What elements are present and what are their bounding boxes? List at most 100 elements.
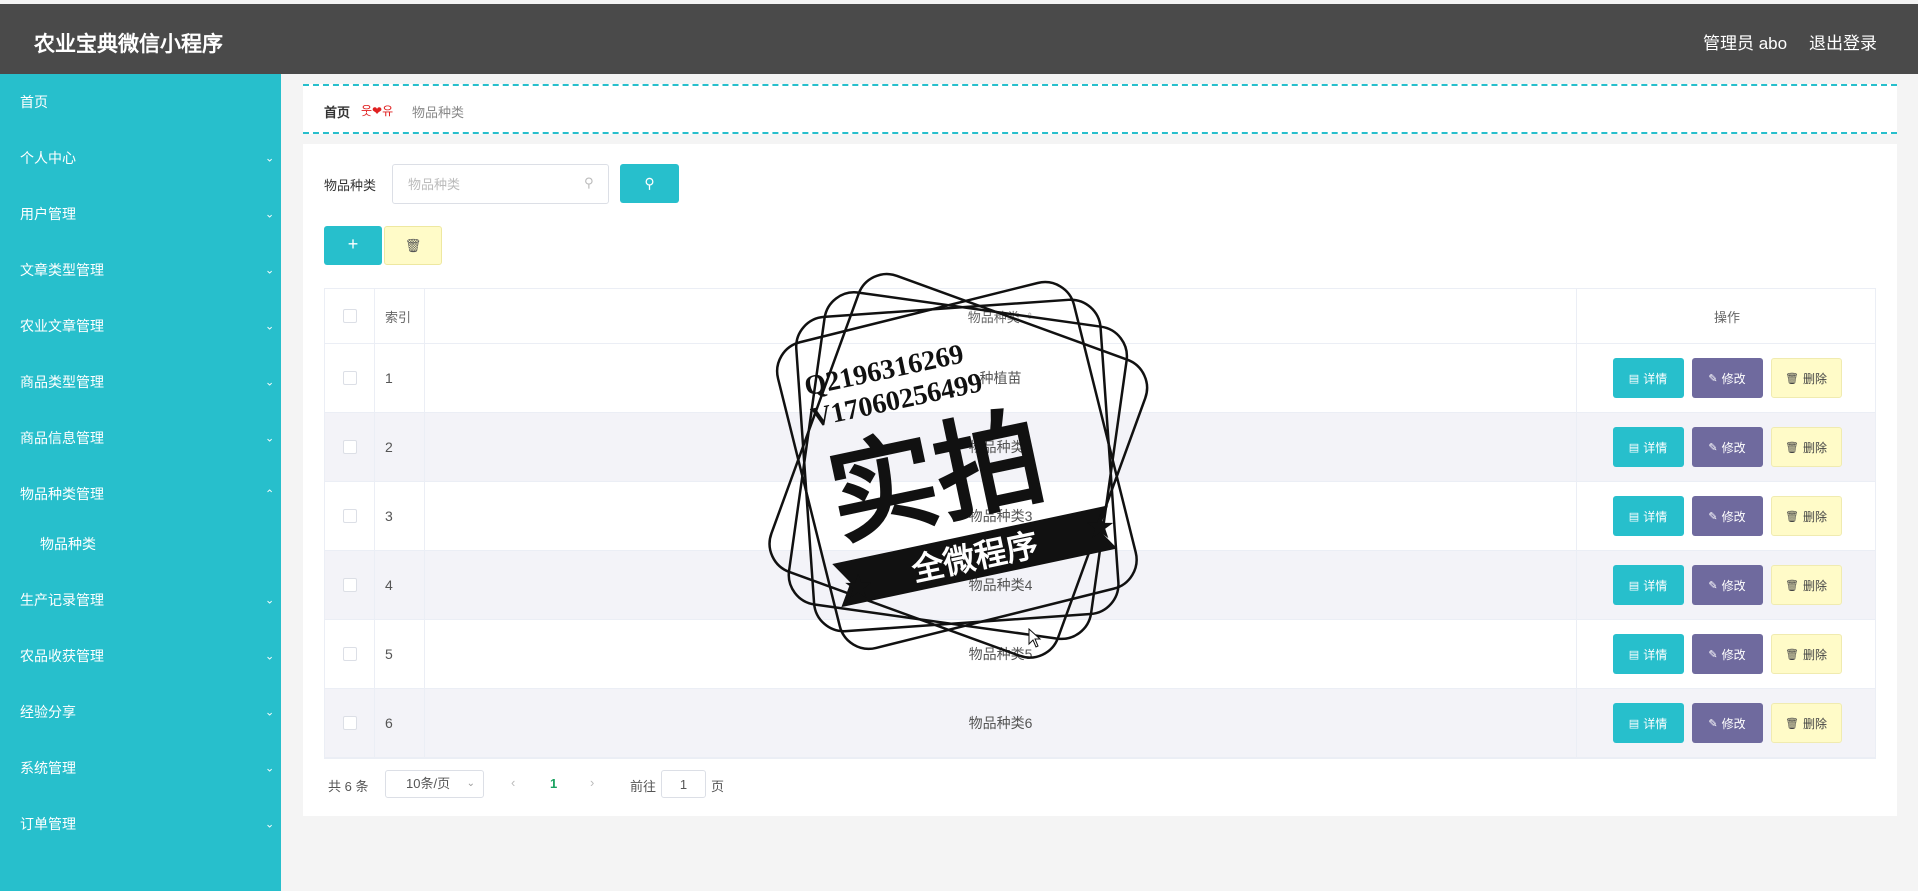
- sidebar-item-system[interactable]: 系统管理 ⌄: [0, 740, 281, 796]
- delete-label: 删除: [1802, 647, 1827, 662]
- edit-button[interactable]: ✎ 修改: [1691, 496, 1763, 536]
- detail-button[interactable]: ▤ 详情: [1612, 703, 1684, 743]
- row-checkbox[interactable]: [342, 440, 357, 454]
- chevron-down-icon: ⌄: [265, 706, 275, 719]
- detail-button[interactable]: ▤ 详情: [1612, 427, 1684, 467]
- pencil-icon: ✎: [1708, 579, 1718, 592]
- delete-button[interactable]: 🗑 删除: [1770, 496, 1842, 536]
- detail-label: 详情: [1643, 440, 1668, 455]
- select-all-checkbox[interactable]: [342, 309, 357, 323]
- delete-label: 删除: [1802, 371, 1827, 386]
- chevron-down-icon: ⌄: [265, 264, 275, 277]
- detail-button[interactable]: ▤ 详情: [1612, 496, 1684, 536]
- search-icon: ⚲: [644, 175, 655, 191]
- edit-button[interactable]: ✎ 修改: [1691, 703, 1763, 743]
- detail-button[interactable]: ▤ 详情: [1612, 565, 1684, 605]
- next-page-icon[interactable]: ›: [590, 775, 594, 790]
- search-label: 物品种类: [324, 178, 377, 193]
- sidebar-item-label: 生产记录管理: [20, 592, 104, 608]
- sidebar-item-users[interactable]: 用户管理 ⌄: [0, 186, 281, 242]
- delete-label: 删除: [1802, 440, 1827, 455]
- mouse-cursor-icon: [1028, 628, 1042, 648]
- goto-label: 前往: [630, 779, 657, 794]
- sidebar-item-label: 物品种类管理: [20, 486, 104, 502]
- delete-button[interactable]: 🗑 删除: [1770, 427, 1842, 467]
- edit-button[interactable]: ✎ 修改: [1691, 427, 1763, 467]
- row-index: 5: [375, 620, 425, 688]
- detail-label: 详情: [1643, 647, 1668, 662]
- sidebar-item-products[interactable]: 商品信息管理 ⌄: [0, 410, 281, 466]
- column-header-type[interactable]: 物品种类 ⇕: [425, 289, 1577, 343]
- row-checkbox[interactable]: [342, 371, 357, 385]
- sidebar-item-production-records[interactable]: 生产记录管理 ⌄: [0, 572, 281, 628]
- document-icon: ▤: [1628, 579, 1640, 592]
- breadcrumb-separator: 웃❤유: [361, 104, 394, 118]
- chevron-down-icon: ⌄: [265, 594, 275, 607]
- pencil-icon: ✎: [1708, 648, 1718, 661]
- chevron-down-icon: ⌄: [265, 208, 275, 221]
- sidebar-item-experience[interactable]: 经验分享 ⌄: [0, 684, 281, 740]
- edit-label: 修改: [1721, 509, 1746, 524]
- edit-button[interactable]: ✎ 修改: [1691, 634, 1763, 674]
- edit-label: 修改: [1721, 647, 1746, 662]
- chevron-down-icon: ⌄: [466, 778, 475, 789]
- sidebar-item-label: 商品信息管理: [20, 430, 104, 446]
- page-size-value: 10条/页: [406, 776, 451, 791]
- sidebar-item-orders[interactable]: 订单管理 ⌄: [0, 796, 281, 852]
- sidebar-item-articles[interactable]: 农业文章管理 ⌄: [0, 298, 281, 354]
- sidebar-item-product-types[interactable]: 商品类型管理 ⌄: [0, 354, 281, 410]
- sort-icon[interactable]: ⇕: [1026, 311, 1034, 322]
- chevron-down-icon: ⌄: [265, 818, 275, 831]
- sidebar-item-harvests[interactable]: 农品收获管理 ⌄: [0, 628, 281, 684]
- row-checkbox[interactable]: [342, 509, 357, 523]
- logout-link[interactable]: 退出登录: [1809, 29, 1877, 54]
- pencil-icon: ✎: [1708, 717, 1718, 730]
- add-button[interactable]: +: [324, 226, 382, 265]
- breadcrumb-home[interactable]: 首页: [324, 102, 350, 121]
- sidebar-subitem-item-category[interactable]: 物品种类: [0, 518, 281, 570]
- current-page-number[interactable]: 1: [550, 776, 557, 791]
- row-index: 4: [375, 551, 425, 619]
- row-checkbox[interactable]: [342, 647, 357, 661]
- document-icon: ▤: [1628, 441, 1640, 454]
- sidebar-item-item-categories[interactable]: 物品种类管理 ⌃: [0, 466, 281, 522]
- chevron-up-icon: ⌃: [265, 488, 275, 501]
- sidebar-item-label: 订单管理: [20, 816, 76, 832]
- delete-button[interactable]: 🗑 删除: [1770, 565, 1842, 605]
- page-size-select[interactable]: 10条/页 ⌄: [385, 770, 484, 798]
- detail-button[interactable]: ▤ 详情: [1612, 358, 1684, 398]
- edit-label: 修改: [1721, 578, 1746, 593]
- search-button[interactable]: ⚲: [620, 164, 679, 203]
- trash-icon: 🗑: [1785, 441, 1799, 454]
- detail-label: 详情: [1643, 578, 1668, 593]
- breadcrumb: 首页 웃❤유 物品种类: [303, 84, 1897, 134]
- trash-icon: 🗑: [1785, 579, 1799, 592]
- delete-label: 删除: [1802, 716, 1827, 731]
- chevron-down-icon: ⌄: [265, 320, 275, 333]
- chevron-down-icon: ⌄: [265, 376, 275, 389]
- sidebar-item-label: 首页: [20, 94, 48, 110]
- sidebar-item-home[interactable]: 首页: [0, 74, 281, 130]
- sidebar-item-label: 农品收获管理: [20, 648, 104, 664]
- table-row: 6 物品种类6 ▤ 详情 ✎ 修改 🗑 删除: [325, 689, 1875, 758]
- column-header-ops: 操作: [1713, 309, 1740, 325]
- row-type: 物品种类2: [425, 413, 1577, 481]
- row-index: 3: [375, 482, 425, 550]
- sidebar-item-personal-center[interactable]: 个人中心 ⌄: [0, 130, 281, 186]
- row-checkbox[interactable]: [342, 578, 357, 592]
- admin-user[interactable]: 管理员 abo: [1703, 29, 1787, 54]
- batch-delete-button[interactable]: 🗑: [384, 226, 442, 265]
- search-input[interactable]: [392, 164, 609, 204]
- sidebar-item-article-types[interactable]: 文章类型管理 ⌄: [0, 242, 281, 298]
- pencil-icon: ✎: [1708, 441, 1718, 454]
- edit-button[interactable]: ✎ 修改: [1691, 565, 1763, 605]
- delete-button[interactable]: 🗑 删除: [1770, 703, 1842, 743]
- prev-page-icon[interactable]: ‹: [511, 775, 515, 790]
- delete-button[interactable]: 🗑 删除: [1770, 634, 1842, 674]
- edit-button[interactable]: ✎ 修改: [1691, 358, 1763, 398]
- goto-page-input[interactable]: [661, 770, 706, 798]
- top-header: 农业宝典微信小程序 管理员 abo 退出登录: [0, 4, 1918, 74]
- detail-button[interactable]: ▤ 详情: [1612, 634, 1684, 674]
- row-checkbox[interactable]: [342, 716, 357, 730]
- delete-button[interactable]: 🗑 删除: [1770, 358, 1842, 398]
